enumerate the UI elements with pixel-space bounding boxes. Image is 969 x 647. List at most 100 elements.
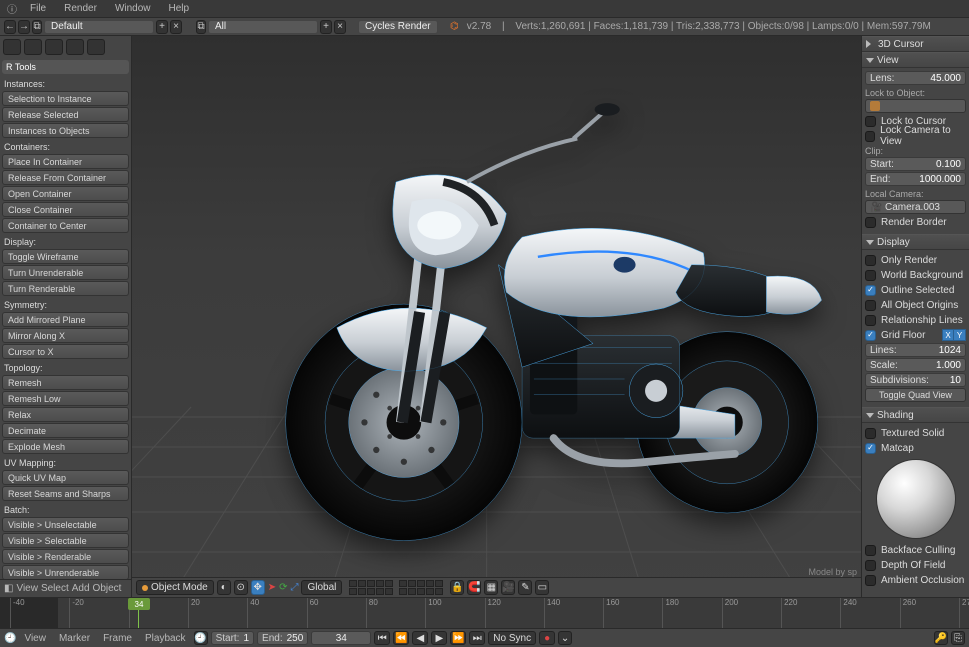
render-border-checkbox[interactable]: Render Border — [865, 215, 966, 229]
render-engine-selector[interactable]: Cycles Render — [358, 20, 438, 34]
tool-button[interactable]: Visible > Selectable — [2, 533, 129, 548]
screen-add-button[interactable]: + — [156, 20, 168, 34]
screen-delete-button[interactable]: × — [170, 20, 182, 34]
all-origins-checkbox[interactable]: All Object Origins — [865, 298, 966, 312]
manipulator-rotate-icon[interactable]: ⟳ — [279, 582, 287, 593]
menu-file[interactable]: File — [22, 3, 54, 14]
jump-to-end-button[interactable]: ⏭ — [469, 631, 485, 645]
grid-scale-field[interactable]: Scale:1.000 — [865, 358, 966, 372]
scene-selector[interactable]: All — [208, 20, 318, 34]
tool-button[interactable]: Mirror Along X — [2, 328, 129, 343]
section-3d-cursor[interactable]: 3D Cursor — [862, 36, 969, 52]
tool-button[interactable]: Visible > Unrenderable — [2, 565, 129, 579]
snap-target-icon[interactable]: ▦ — [484, 580, 498, 595]
outline-selected-checkbox[interactable]: Outline Selected — [865, 283, 966, 297]
play-button[interactable]: ▶ — [431, 631, 447, 645]
manipulator-toggle[interactable]: ✥ — [251, 580, 265, 595]
tool-button[interactable]: Toggle Wireframe — [2, 249, 129, 264]
viewport-3d[interactable]: Model by sp Object Mode ◐ ⊙ ✥ ➤ ⟳ ⤢ Glob… — [132, 36, 861, 597]
keying-set-icon[interactable]: ⌄ — [558, 631, 572, 645]
gpencil-icon[interactable]: ✎ — [518, 580, 532, 595]
forward-button[interactable]: → — [18, 20, 30, 34]
tab-icon-3[interactable] — [45, 39, 63, 55]
menu-render[interactable]: Render — [56, 3, 105, 14]
timeline-menu-frame[interactable]: Frame — [98, 633, 137, 644]
matcap-preview[interactable] — [876, 459, 956, 539]
snap-toggle-icon[interactable]: 🧲 — [467, 580, 481, 595]
clip-start-field[interactable]: Start:0.100 — [865, 157, 966, 171]
current-frame-field[interactable]: 34 — [311, 631, 371, 645]
tool-button[interactable]: Close Container — [2, 202, 129, 217]
lock-camera-checkbox[interactable]: Lock Camera to View — [865, 129, 966, 143]
tool-button[interactable]: Selection to Instance — [2, 91, 129, 106]
timeline-menu-marker[interactable]: Marker — [54, 633, 95, 644]
scene-browse2-icon[interactable]: ⧉ — [196, 20, 206, 34]
tool-button[interactable]: Decimate — [2, 423, 129, 438]
manipulator-scale-icon[interactable]: ⤢ — [290, 582, 298, 593]
section-shading[interactable]: Shading — [862, 407, 969, 423]
timeline-cursor[interactable]: 34 — [138, 598, 139, 628]
tool-button[interactable]: Instances to Objects — [2, 123, 129, 138]
lock-layers-icon[interactable]: 🔒 — [450, 580, 464, 595]
orientation-selector[interactable]: Global — [301, 580, 342, 595]
menu-help[interactable]: Help — [161, 3, 198, 14]
sync-mode-selector[interactable]: No Sync — [488, 631, 536, 645]
view3d-menu-object[interactable]: Object — [93, 583, 122, 594]
dof-checkbox[interactable]: Depth Of Field — [865, 558, 966, 572]
scene-add-button[interactable]: + — [320, 20, 332, 34]
scene-delete-button[interactable]: × — [334, 20, 346, 34]
tab-icon-5[interactable] — [87, 39, 105, 55]
gpencil-mode-icon[interactable]: ▭ — [535, 580, 549, 595]
grid-subdiv-field[interactable]: Subdivisions:10 — [865, 373, 966, 387]
timeline-menu-view[interactable]: View — [19, 633, 51, 644]
end-frame-field[interactable]: End:250 — [257, 631, 308, 645]
tool-button[interactable]: Container to Center — [2, 218, 129, 233]
tool-button[interactable]: Cursor to X — [2, 344, 129, 359]
play-reverse-button[interactable]: ◀ — [412, 631, 428, 645]
scene-browse-icon[interactable]: ⧉ — [32, 20, 42, 34]
tool-button[interactable]: Relax — [2, 407, 129, 422]
tab-icon-1[interactable] — [3, 39, 21, 55]
view3d-menu-select[interactable]: Select — [41, 583, 69, 594]
toggle-quad-view-button[interactable]: Toggle Quad View — [865, 388, 966, 402]
tool-button[interactable]: Place In Container — [2, 154, 129, 169]
keyframe-next-button[interactable]: ⏩ — [450, 631, 466, 645]
tab-icon-4[interactable] — [66, 39, 84, 55]
tool-button[interactable]: Explode Mesh — [2, 439, 129, 454]
lens-field[interactable]: Lens:45.000 — [865, 71, 966, 85]
tool-button[interactable]: Visible > Unselectable — [2, 517, 129, 532]
use-preview-range-icon[interactable]: 🕘 — [194, 631, 208, 645]
jump-to-start-button[interactable]: ⏮ — [374, 631, 390, 645]
timeline-ruler[interactable]: -40-200204060801001201401601802002202402… — [0, 598, 969, 628]
tool-button[interactable]: Release Selected — [2, 107, 129, 122]
grid-lines-field[interactable]: Lines:1024 — [865, 343, 966, 357]
view3d-menu-add[interactable]: Add — [72, 583, 90, 594]
view3d-menu-view[interactable]: View — [16, 583, 38, 594]
bake-icon[interactable]: ⎘ — [951, 631, 965, 645]
tool-button[interactable]: Add Mirrored Plane — [2, 312, 129, 327]
tool-button[interactable]: Remesh Low — [2, 391, 129, 406]
tool-button[interactable]: Release From Container — [2, 170, 129, 185]
render-preview-icon[interactable]: 🎥 — [501, 580, 515, 595]
local-camera-selector[interactable]: 🎥 Camera.003 — [865, 200, 966, 214]
tool-button[interactable]: Reset Seams and Sharps — [2, 486, 129, 501]
tool-button[interactable]: Remesh — [2, 375, 129, 390]
tool-button[interactable]: Open Container — [2, 186, 129, 201]
timeline-editor-icon[interactable]: 🕘 — [4, 633, 16, 644]
grid-floor-checkbox[interactable]: Grid Floor XY — [865, 328, 966, 342]
timeline-menu-playback[interactable]: Playback — [140, 633, 191, 644]
menu-window[interactable]: Window — [107, 3, 159, 14]
clip-end-field[interactable]: End:1000.000 — [865, 172, 966, 186]
keying-icon[interactable]: 🔑 — [934, 631, 948, 645]
tool-button[interactable]: Visible > Renderable — [2, 549, 129, 564]
backface-culling-checkbox[interactable]: Backface Culling — [865, 543, 966, 557]
only-render-checkbox[interactable]: Only Render — [865, 253, 966, 267]
start-frame-field[interactable]: Start:1 — [211, 631, 254, 645]
relationship-lines-checkbox[interactable]: Relationship Lines — [865, 313, 966, 327]
ao-checkbox[interactable]: Ambient Occlusion — [865, 573, 966, 587]
textured-solid-checkbox[interactable]: Textured Solid — [865, 426, 966, 440]
tool-button[interactable]: Turn Unrenderable — [2, 265, 129, 280]
layer-buttons[interactable] — [349, 580, 443, 595]
lock-object-selector[interactable] — [865, 99, 966, 113]
viewport-shading-icon[interactable]: ◐ — [217, 580, 231, 595]
